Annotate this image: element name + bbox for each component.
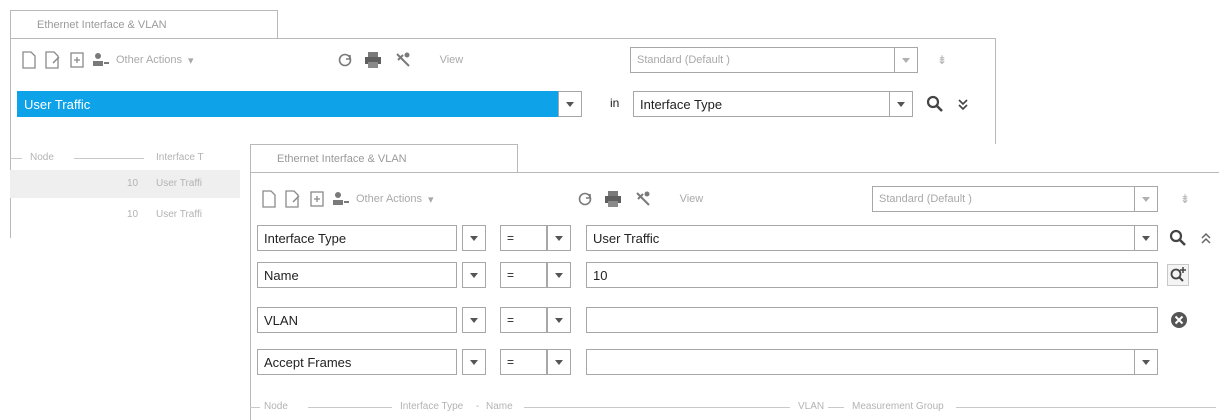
back-column-interface-type: Interface T [156, 152, 204, 163]
filter-value-dropdown[interactable] [558, 91, 582, 117]
filter-row-2-field-text: Name [264, 268, 299, 283]
filter-field-select[interactable]: Interface Type [633, 91, 891, 117]
add-search-icon[interactable] [1167, 264, 1189, 286]
tools-icon[interactable] [394, 50, 412, 70]
back-row-2-node: 10 [127, 209, 139, 220]
filter-row-3-field-dropdown[interactable] [462, 307, 486, 333]
other-actions-caret[interactable]: ▾ [428, 193, 434, 206]
front-header-rule-2 [308, 407, 392, 408]
new-document-icon[interactable] [20, 50, 38, 70]
filter-row-1-operator-text: = [507, 231, 515, 245]
back-header-rule-mid [74, 158, 144, 159]
tools-icon[interactable] [634, 189, 652, 209]
front-tab-label: Ethernet Interface & VLAN [277, 153, 407, 165]
front-column-name: Name [486, 401, 513, 412]
filter-row-2-operator-text: = [507, 268, 515, 282]
view-select-dropdown[interactable] [1134, 186, 1158, 212]
front-column-node: Node [264, 401, 288, 412]
add-row-icon[interactable] [308, 189, 326, 209]
filter-row-4-operator-dropdown[interactable] [547, 349, 571, 375]
view-select[interactable]: Standard (Default ) [872, 186, 1144, 212]
filter-row-4-field-text: Accept Frames [264, 355, 352, 370]
filter-row-2-operator[interactable]: = [500, 262, 547, 288]
collapse-up-icon[interactable] [1198, 227, 1214, 249]
filter-row-1-field[interactable]: Interface Type [257, 225, 457, 251]
front-header-rule-3 [524, 407, 790, 408]
filter-row-3-operator-text: = [507, 313, 515, 327]
filter-row-2-field[interactable]: Name [257, 262, 457, 288]
other-actions-button[interactable]: Other Actions [116, 54, 182, 66]
filter-row-4-field[interactable]: Accept Frames [257, 349, 457, 375]
filter-value-text: User Traffic [24, 97, 91, 112]
filter-row-3-field[interactable]: VLAN [257, 307, 457, 333]
search-icon[interactable] [924, 93, 946, 115]
view-select[interactable]: Standard (Default ) [630, 47, 896, 73]
filter-row-1-field-text: Interface Type [264, 231, 347, 246]
expand-icon[interactable] [952, 93, 974, 115]
back-tab-label: Ethernet Interface & VLAN [37, 19, 167, 31]
filter-row-3-field-text: VLAN [264, 313, 298, 328]
collapse-icon[interactable]: ⇟ [1180, 192, 1190, 206]
front-header-rule-4 [828, 407, 844, 408]
back-row-1-type: User Traffi [156, 178, 202, 189]
front-column-separator: - [476, 401, 480, 412]
edit-document-icon[interactable] [44, 50, 62, 70]
back-tab[interactable]: Ethernet Interface & VLAN [10, 10, 278, 38]
filter-row-1-operator[interactable]: = [500, 225, 547, 251]
front-tab[interactable]: Ethernet Interface & VLAN [250, 144, 518, 172]
filter-row-4-operator[interactable]: = [500, 349, 547, 375]
front-column-interface-type: Interface Type [400, 401, 464, 412]
filter-row-2-field-dropdown[interactable] [462, 262, 486, 288]
other-actions-icon[interactable] [332, 189, 350, 209]
view-label: View [439, 54, 464, 66]
view-select-value: Standard (Default ) [879, 193, 972, 205]
filter-row-2-operator-dropdown[interactable] [547, 262, 571, 288]
view-select-dropdown[interactable] [894, 47, 918, 73]
front-panel: Ethernet Interface & VLAN Other Actions … [240, 144, 1219, 420]
filter-row-1-value-text: User Traffic [593, 231, 660, 246]
filter-field-dropdown[interactable] [889, 91, 913, 117]
filter-row-3-operator[interactable]: = [500, 307, 547, 333]
filter-row-2-value-text: 10 [593, 268, 608, 283]
filter-row-1-value[interactable]: User Traffic [586, 225, 1136, 251]
view-label: View [679, 193, 704, 205]
other-actions-button[interactable]: Other Actions [356, 193, 422, 205]
collapse-icon[interactable]: ⇟ [937, 53, 947, 67]
filter-row-3-operator-dropdown[interactable] [547, 307, 571, 333]
filter-row-1-operator-dropdown[interactable] [547, 225, 571, 251]
other-actions-caret[interactable]: ▾ [188, 54, 194, 67]
filter-row-1-value-dropdown[interactable] [1134, 225, 1158, 251]
back-row-2-type: User Traffi [156, 209, 202, 220]
new-document-icon[interactable] [260, 189, 278, 209]
filter-row-4-value-dropdown[interactable] [1134, 349, 1158, 375]
filter-row-2-value[interactable]: 10 [586, 262, 1158, 288]
add-row-icon[interactable] [68, 50, 86, 70]
front-column-vlan: VLAN [798, 401, 825, 412]
filter-field-text: Interface Type [640, 97, 723, 112]
filter-row-4-field-dropdown[interactable] [462, 349, 486, 375]
clear-icon[interactable] [1168, 309, 1190, 331]
filter-row-4-operator-text: = [507, 355, 515, 369]
in-label: in [610, 96, 620, 110]
back-column-node: Node [30, 152, 54, 163]
front-header-rule-5 [956, 407, 1216, 408]
front-header-rule-1 [250, 407, 260, 408]
filter-row-1-field-dropdown[interactable] [462, 225, 486, 251]
filter-row-4-value[interactable] [586, 349, 1136, 375]
view-select-value: Standard (Default ) [637, 54, 730, 66]
print-icon[interactable] [364, 50, 382, 70]
filter-value-select[interactable]: User Traffic [17, 91, 558, 117]
edit-document-icon[interactable] [284, 189, 302, 209]
filter-row-3-value[interactable] [586, 307, 1158, 333]
back-row-1-node: 10 [127, 178, 139, 189]
search-icon[interactable] [1167, 227, 1189, 249]
print-icon[interactable] [604, 189, 622, 209]
other-actions-icon[interactable] [92, 50, 110, 70]
refresh-icon[interactable] [576, 189, 594, 209]
back-header-rule-left [10, 158, 22, 159]
front-column-measurement-group: Measurement Group [852, 401, 944, 412]
refresh-icon[interactable] [336, 50, 354, 70]
